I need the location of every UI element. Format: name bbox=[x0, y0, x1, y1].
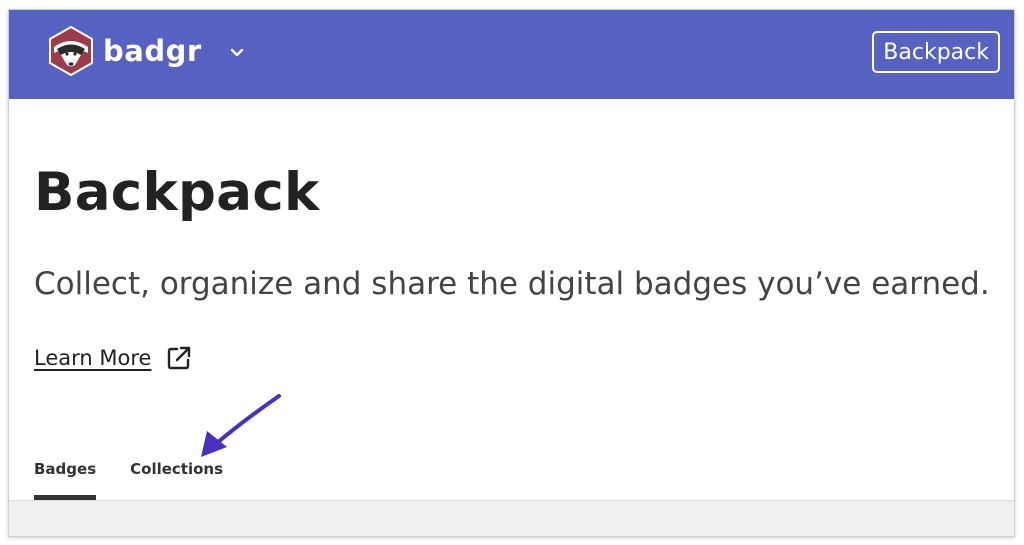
top-navigation-bar: badgr Backpack bbox=[9, 10, 1014, 99]
content-area bbox=[9, 500, 1014, 536]
brand-logo[interactable]: badgr bbox=[45, 25, 202, 77]
backpack-button[interactable]: Backpack bbox=[872, 31, 1000, 73]
chevron-down-icon[interactable] bbox=[227, 43, 247, 63]
app-window: badgr Backpack Backpack Collect, organiz… bbox=[8, 9, 1015, 537]
tab-collections[interactable]: Collections bbox=[130, 456, 223, 500]
annotation-arrow-icon bbox=[201, 394, 281, 457]
learn-more-label: Learn More bbox=[34, 346, 152, 370]
brand-name: badgr bbox=[103, 34, 202, 68]
external-link-icon bbox=[168, 346, 191, 370]
backpack-tabs: Badges Collections bbox=[34, 456, 223, 500]
tab-badges[interactable]: Badges bbox=[34, 456, 97, 500]
learn-more-link[interactable]: Learn More bbox=[34, 344, 193, 372]
page-title: Backpack bbox=[34, 162, 320, 223]
page-subtitle: Collect, organize and share the digital … bbox=[34, 266, 990, 302]
badger-logo-icon bbox=[49, 25, 93, 77]
